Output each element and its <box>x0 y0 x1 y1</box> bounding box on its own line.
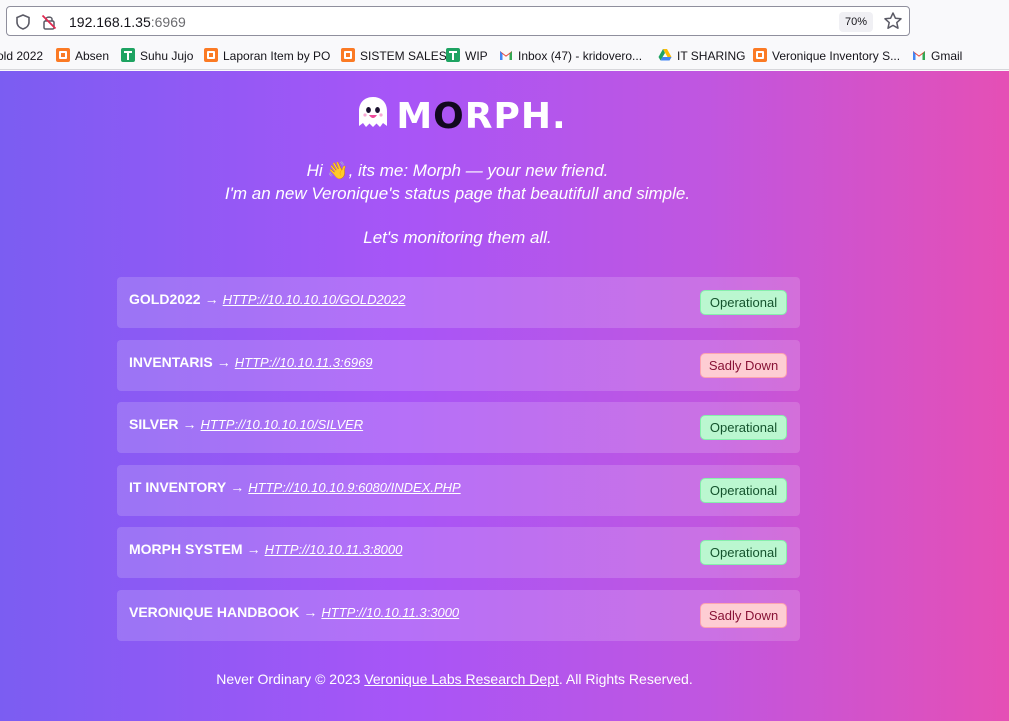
service-row: VERONIQUE HANDBOOK → http://10.10.11.3:300… <box>117 589 800 641</box>
service-link[interactable]: http://10.10.11.3:3000 <box>321 605 459 620</box>
status-badge: Sadly Down <box>700 352 787 378</box>
url-host: 192.168.1.35 <box>69 14 151 30</box>
bookmark-item[interactable]: Veronique Inventory S... <box>753 47 900 65</box>
bookmark-item[interactable]: Gmail <box>912 47 962 65</box>
drive-icon <box>658 49 672 61</box>
sheets-icon <box>121 48 135 62</box>
bookmark-item[interactable]: Suhu Jujo <box>121 47 193 65</box>
service-label: SILVER → http://10.10.10.10/silver <box>129 415 363 434</box>
service-link[interactable]: http://10.10.11.3:6969 <box>235 355 373 370</box>
arrow-icon: → <box>204 291 219 307</box>
bookmark-item[interactable]: Laporan Item by PO <box>204 47 330 65</box>
service-label: IT INVENTORY → http://10.10.10.9:6080/inde… <box>129 478 461 497</box>
bookmark-star-icon[interactable] <box>883 11 903 31</box>
service-name: GOLD2022 <box>129 291 201 307</box>
bookmark-item[interactable]: IT SHARING <box>658 47 745 65</box>
status-badge: Sadly Down <box>700 602 787 628</box>
bookmark-item[interactable]: old 2022 <box>0 47 43 65</box>
service-name: VERONIQUE HANDBOOK <box>129 603 300 620</box>
xampp-icon <box>341 48 355 62</box>
bookmarks-bar: old 2022 Absen Suhu Jujo Laporan Item by… <box>0 42 1009 70</box>
service-row: INVENTARIS → http://10.10.11.3:6969 Sadly … <box>117 339 800 391</box>
bookmark-label: Laporan Item by PO <box>223 49 331 63</box>
tagline-intro: , its me: Morph — your new friend. <box>348 161 609 180</box>
ghost-icon <box>359 97 388 127</box>
brand-title-suffix: RPH. <box>464 96 567 137</box>
bookmark-label: Veronique Inventory S... <box>772 49 901 63</box>
service-link[interactable]: http://10.10.11.3:8000 <box>265 542 403 557</box>
arrow-icon: → <box>230 478 245 495</box>
tagline-line-2: I'm an new Veronique's status page that … <box>224 184 691 203</box>
service-name: INVENTARIS <box>129 353 213 370</box>
footer-copyright: Never Ordinary © 2023 <box>216 671 365 687</box>
arrow-icon: → <box>303 603 318 620</box>
brand-title-prefix: M <box>396 96 434 137</box>
status-badge: Operational <box>700 290 787 315</box>
brand-title: MORPH. <box>396 97 566 137</box>
waving-hand-icon: 👋 <box>327 161 349 180</box>
bookmark-label: Inbox (47) - kridovero... <box>518 49 643 63</box>
bookmark-label: WIP <box>465 49 488 63</box>
service-row: SILVER → http://10.10.10.10/silver Operati… <box>117 402 800 453</box>
brand-title-o: O <box>433 96 465 137</box>
service-row: GOLD2022 → http://10.10.10.10/gold2022 Ope… <box>117 277 800 328</box>
bookmark-label: IT SHARING <box>677 49 746 63</box>
footer-link[interactable]: Veronique Labs Research Dept <box>364 671 559 687</box>
shield-icon[interactable] <box>14 13 32 31</box>
url-text[interactable]: 192.168.1.35:6969 <box>69 13 186 31</box>
footer-rights: . All Rights Reserved. <box>558 671 693 687</box>
arrow-icon: → <box>182 416 197 432</box>
url-port: :6969 <box>150 14 186 30</box>
bookmark-label: Gmail <box>931 49 963 63</box>
bookmark-item[interactable]: WIP <box>446 47 488 65</box>
service-status-list: GOLD2022 → http://10.10.10.10/gold2022 Ope… <box>117 277 800 652</box>
status-badge: Operational <box>700 415 787 440</box>
service-name: IT INVENTORY <box>129 478 227 495</box>
bookmark-item[interactable]: Absen <box>56 47 109 65</box>
status-badge: Operational <box>700 477 787 503</box>
tagline-line-1: Hi 👋, its me: Morph — your new friend. <box>0 159 962 182</box>
brand-logo: MORPH. <box>356 95 566 137</box>
service-label: MORPH SYSTEM → http://10.10.11.3:8000 <box>129 540 402 559</box>
browser-toolbar: 192.168.1.35:6969 70% <box>0 0 1009 42</box>
bookmark-item[interactable]: SISTEM SALES <box>341 47 447 65</box>
xampp-icon <box>204 48 218 62</box>
service-link[interactable]: http://10.10.10.9:6080/index.php <box>248 480 460 495</box>
service-name: SILVER <box>129 416 179 432</box>
tagline-line-3: Let's monitoring them all. <box>363 228 552 247</box>
service-link[interactable]: http://10.10.10.10/silver <box>201 417 364 432</box>
bookmark-label: SISTEM SALES <box>360 49 447 63</box>
status-badge: Operational <box>700 540 787 565</box>
gmail-icon <box>500 51 512 60</box>
service-label: VERONIQUE HANDBOOK → http://10.10.11.3:300… <box>129 603 459 622</box>
service-row: IT INVENTORY → http://10.10.10.9:6080/inde… <box>117 464 800 516</box>
tagline-greeting: Hi <box>306 161 328 180</box>
sheets-icon <box>446 48 460 62</box>
service-label: INVENTARIS → http://10.10.11.3:6969 <box>129 353 373 372</box>
bookmark-label: old 2022 <box>0 49 44 63</box>
brand-header: MORPH. <box>0 95 1009 139</box>
bookmark-label: Suhu Jujo <box>140 49 194 63</box>
bookmark-label: Absen <box>75 49 110 63</box>
arrow-icon: → <box>246 541 261 557</box>
address-bar[interactable]: 192.168.1.35:6969 70% <box>6 6 910 36</box>
arrow-icon: → <box>216 353 231 370</box>
gmail-icon <box>913 51 925 60</box>
insecure-lock-icon[interactable] <box>40 13 58 31</box>
footer: Never Ordinary © 2023 Veronique Labs Res… <box>0 670 959 688</box>
zoom-level-button[interactable]: 70% <box>838 12 873 32</box>
xampp-icon <box>753 48 767 62</box>
xampp-icon <box>56 48 70 62</box>
status-page: MORPH. Hi 👋, its me: Morph — your new fr… <box>0 71 1009 721</box>
service-label: GOLD2022 → http://10.10.10.10/gold2022 <box>129 290 405 309</box>
service-row: MORPH SYSTEM → http://10.10.11.3:8000 Oper… <box>117 527 800 578</box>
service-name: MORPH SYSTEM <box>129 541 243 557</box>
service-link[interactable]: http://10.10.10.10/gold2022 <box>223 292 406 307</box>
bookmark-item[interactable]: Inbox (47) - kridovero... <box>499 47 642 65</box>
